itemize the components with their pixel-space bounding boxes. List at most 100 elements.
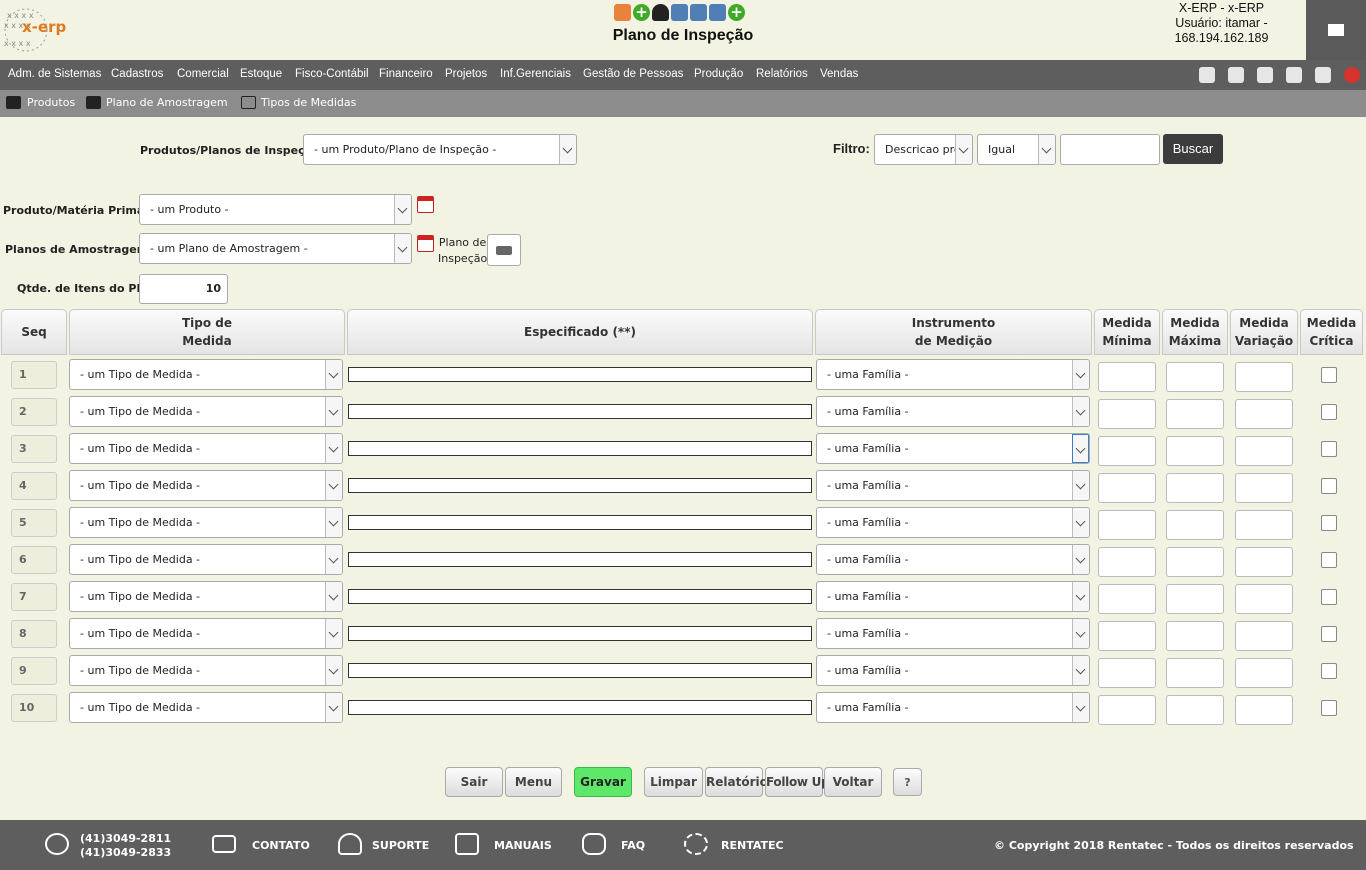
especificado-input[interactable] [348, 515, 812, 530]
instrumento-select[interactable]: - uma Família - [816, 544, 1090, 575]
medida-maxima-input[interactable] [1166, 399, 1224, 429]
medida-minima-input[interactable] [1098, 473, 1156, 503]
medida-maxima-input[interactable] [1166, 695, 1224, 725]
limpar-button[interactable]: Limpar [644, 767, 703, 797]
tipo-medida-select[interactable]: - um Tipo de Medida - [69, 581, 343, 612]
instrumento-select[interactable]: - uma Família - [816, 618, 1090, 649]
menu-fisco-contabil[interactable]: Fisco-Contábil [295, 68, 369, 80]
tipo-medida-select[interactable]: - um Tipo de Medida - [69, 507, 343, 538]
instrumento-select[interactable]: - uma Família - [816, 359, 1090, 390]
medida-maxima-input[interactable] [1166, 510, 1224, 540]
instrumento-select[interactable]: - uma Família - [816, 581, 1090, 612]
medida-critica-checkbox[interactable] [1321, 404, 1337, 420]
medida-minima-input[interactable] [1098, 658, 1156, 688]
print-button[interactable] [487, 234, 521, 266]
file-icon[interactable] [1257, 67, 1273, 83]
medida-maxima-input[interactable] [1166, 658, 1224, 688]
especificado-input[interactable] [348, 589, 812, 604]
help-button[interactable]: ? [893, 768, 922, 796]
especificado-input[interactable] [348, 367, 812, 382]
medida-maxima-input[interactable] [1166, 362, 1224, 392]
menu-button[interactable]: Menu [505, 767, 562, 797]
medida-maxima-input[interactable] [1166, 436, 1224, 466]
medida-maxima-input[interactable] [1166, 584, 1224, 614]
document-icon[interactable] [614, 4, 631, 21]
card-icon[interactable] [690, 4, 707, 21]
follow-up-button[interactable]: Follow Up [765, 767, 830, 797]
qtde-itens-input[interactable]: 10 [139, 274, 228, 304]
calendar-icon-2[interactable] [417, 235, 434, 252]
print-icon[interactable] [1228, 67, 1244, 83]
especificado-input[interactable] [348, 663, 812, 678]
especificado-input[interactable] [348, 700, 812, 715]
instrumento-select[interactable]: - uma Família - [816, 433, 1090, 464]
produto-select[interactable]: - um Produto - [139, 194, 412, 225]
especificado-input[interactable] [348, 552, 812, 567]
tipo-medida-select[interactable]: - um Tipo de Medida - [69, 396, 343, 427]
especificado-input[interactable] [348, 626, 812, 641]
menu-producao[interactable]: Produção [694, 68, 743, 80]
submenu-tipos-medidas[interactable]: Tipos de Medidas [261, 96, 356, 109]
manuais-link[interactable]: MANUAIS [494, 839, 552, 852]
menu-vendas[interactable]: Vendas [820, 68, 858, 80]
medida-variacao-input[interactable] [1235, 584, 1293, 614]
notes-icon[interactable] [1286, 67, 1302, 83]
instrumento-select[interactable]: - uma Família - [816, 470, 1090, 501]
especificado-input[interactable] [348, 478, 812, 493]
medida-minima-input[interactable] [1098, 621, 1156, 651]
filtro-valor-input[interactable] [1060, 134, 1160, 165]
tipo-medida-select[interactable]: - um Tipo de Medida - [69, 544, 343, 575]
tipo-medida-select[interactable]: - um Tipo de Medida - [69, 470, 343, 501]
medida-critica-checkbox[interactable] [1321, 626, 1337, 642]
medida-critica-checkbox[interactable] [1321, 367, 1337, 383]
medida-critica-checkbox[interactable] [1321, 441, 1337, 457]
help-globe-icon[interactable] [1315, 67, 1331, 83]
gravar-button[interactable]: Gravar [574, 767, 632, 797]
suporte-link[interactable]: SUPORTE [372, 839, 429, 852]
medida-critica-checkbox[interactable] [1321, 552, 1337, 568]
medida-critica-checkbox[interactable] [1321, 515, 1337, 531]
buscar-button[interactable]: Buscar [1163, 134, 1223, 164]
tipo-medida-select[interactable]: - um Tipo de Medida - [69, 655, 343, 686]
filtro-campo-select[interactable]: Descricao pro [874, 134, 973, 165]
medida-minima-input[interactable] [1098, 695, 1156, 725]
menu-relatorios[interactable]: Relatórios [756, 68, 808, 80]
medida-maxima-input[interactable] [1166, 547, 1224, 577]
voltar-button[interactable]: Voltar [824, 767, 882, 797]
menu-estoque[interactable]: Estoque [240, 68, 282, 80]
instrumento-select[interactable]: - uma Família - [816, 655, 1090, 686]
tipo-medida-select[interactable]: - um Tipo de Medida - [69, 433, 343, 464]
especificado-input[interactable] [348, 404, 812, 419]
medida-variacao-input[interactable] [1235, 399, 1293, 429]
tipo-medida-select[interactable]: - um Tipo de Medida - [69, 618, 343, 649]
menu-comercial[interactable]: Comercial [177, 68, 229, 80]
medida-variacao-input[interactable] [1235, 658, 1293, 688]
menu-adm-sistemas[interactable]: Adm. de Sistemas [8, 68, 101, 80]
medida-critica-checkbox[interactable] [1321, 663, 1337, 679]
menu-cadastros[interactable]: Cadastros [111, 68, 163, 80]
submenu-produtos[interactable]: Produtos [27, 96, 75, 109]
messages-button[interactable] [1306, 0, 1366, 60]
medida-variacao-input[interactable] [1235, 621, 1293, 651]
computer-icon[interactable] [671, 4, 688, 21]
medida-variacao-input[interactable] [1235, 473, 1293, 503]
logout-icon[interactable] [1344, 67, 1360, 83]
instrumento-select[interactable]: - uma Família - [816, 396, 1090, 427]
instrumento-select[interactable]: - uma Família - [816, 692, 1090, 723]
filtro-operador-select[interactable]: Igual [977, 134, 1056, 165]
medida-minima-input[interactable] [1098, 362, 1156, 392]
home-icon[interactable] [1199, 67, 1215, 83]
medida-critica-checkbox[interactable] [1321, 478, 1337, 494]
tipo-medida-select[interactable]: - um Tipo de Medida - [69, 359, 343, 390]
rentatec-link[interactable]: RENTATEC [721, 839, 784, 852]
medida-minima-input[interactable] [1098, 547, 1156, 577]
especificado-input[interactable] [348, 441, 812, 456]
menu-projetos[interactable]: Projetos [445, 68, 487, 80]
user-icon[interactable] [652, 4, 669, 21]
medida-minima-input[interactable] [1098, 584, 1156, 614]
medida-minima-input[interactable] [1098, 510, 1156, 540]
medida-critica-checkbox[interactable] [1321, 700, 1337, 716]
tipo-medida-select[interactable]: - um Tipo de Medida - [69, 692, 343, 723]
calendar-icon[interactable] [417, 196, 434, 213]
medida-variacao-input[interactable] [1235, 547, 1293, 577]
